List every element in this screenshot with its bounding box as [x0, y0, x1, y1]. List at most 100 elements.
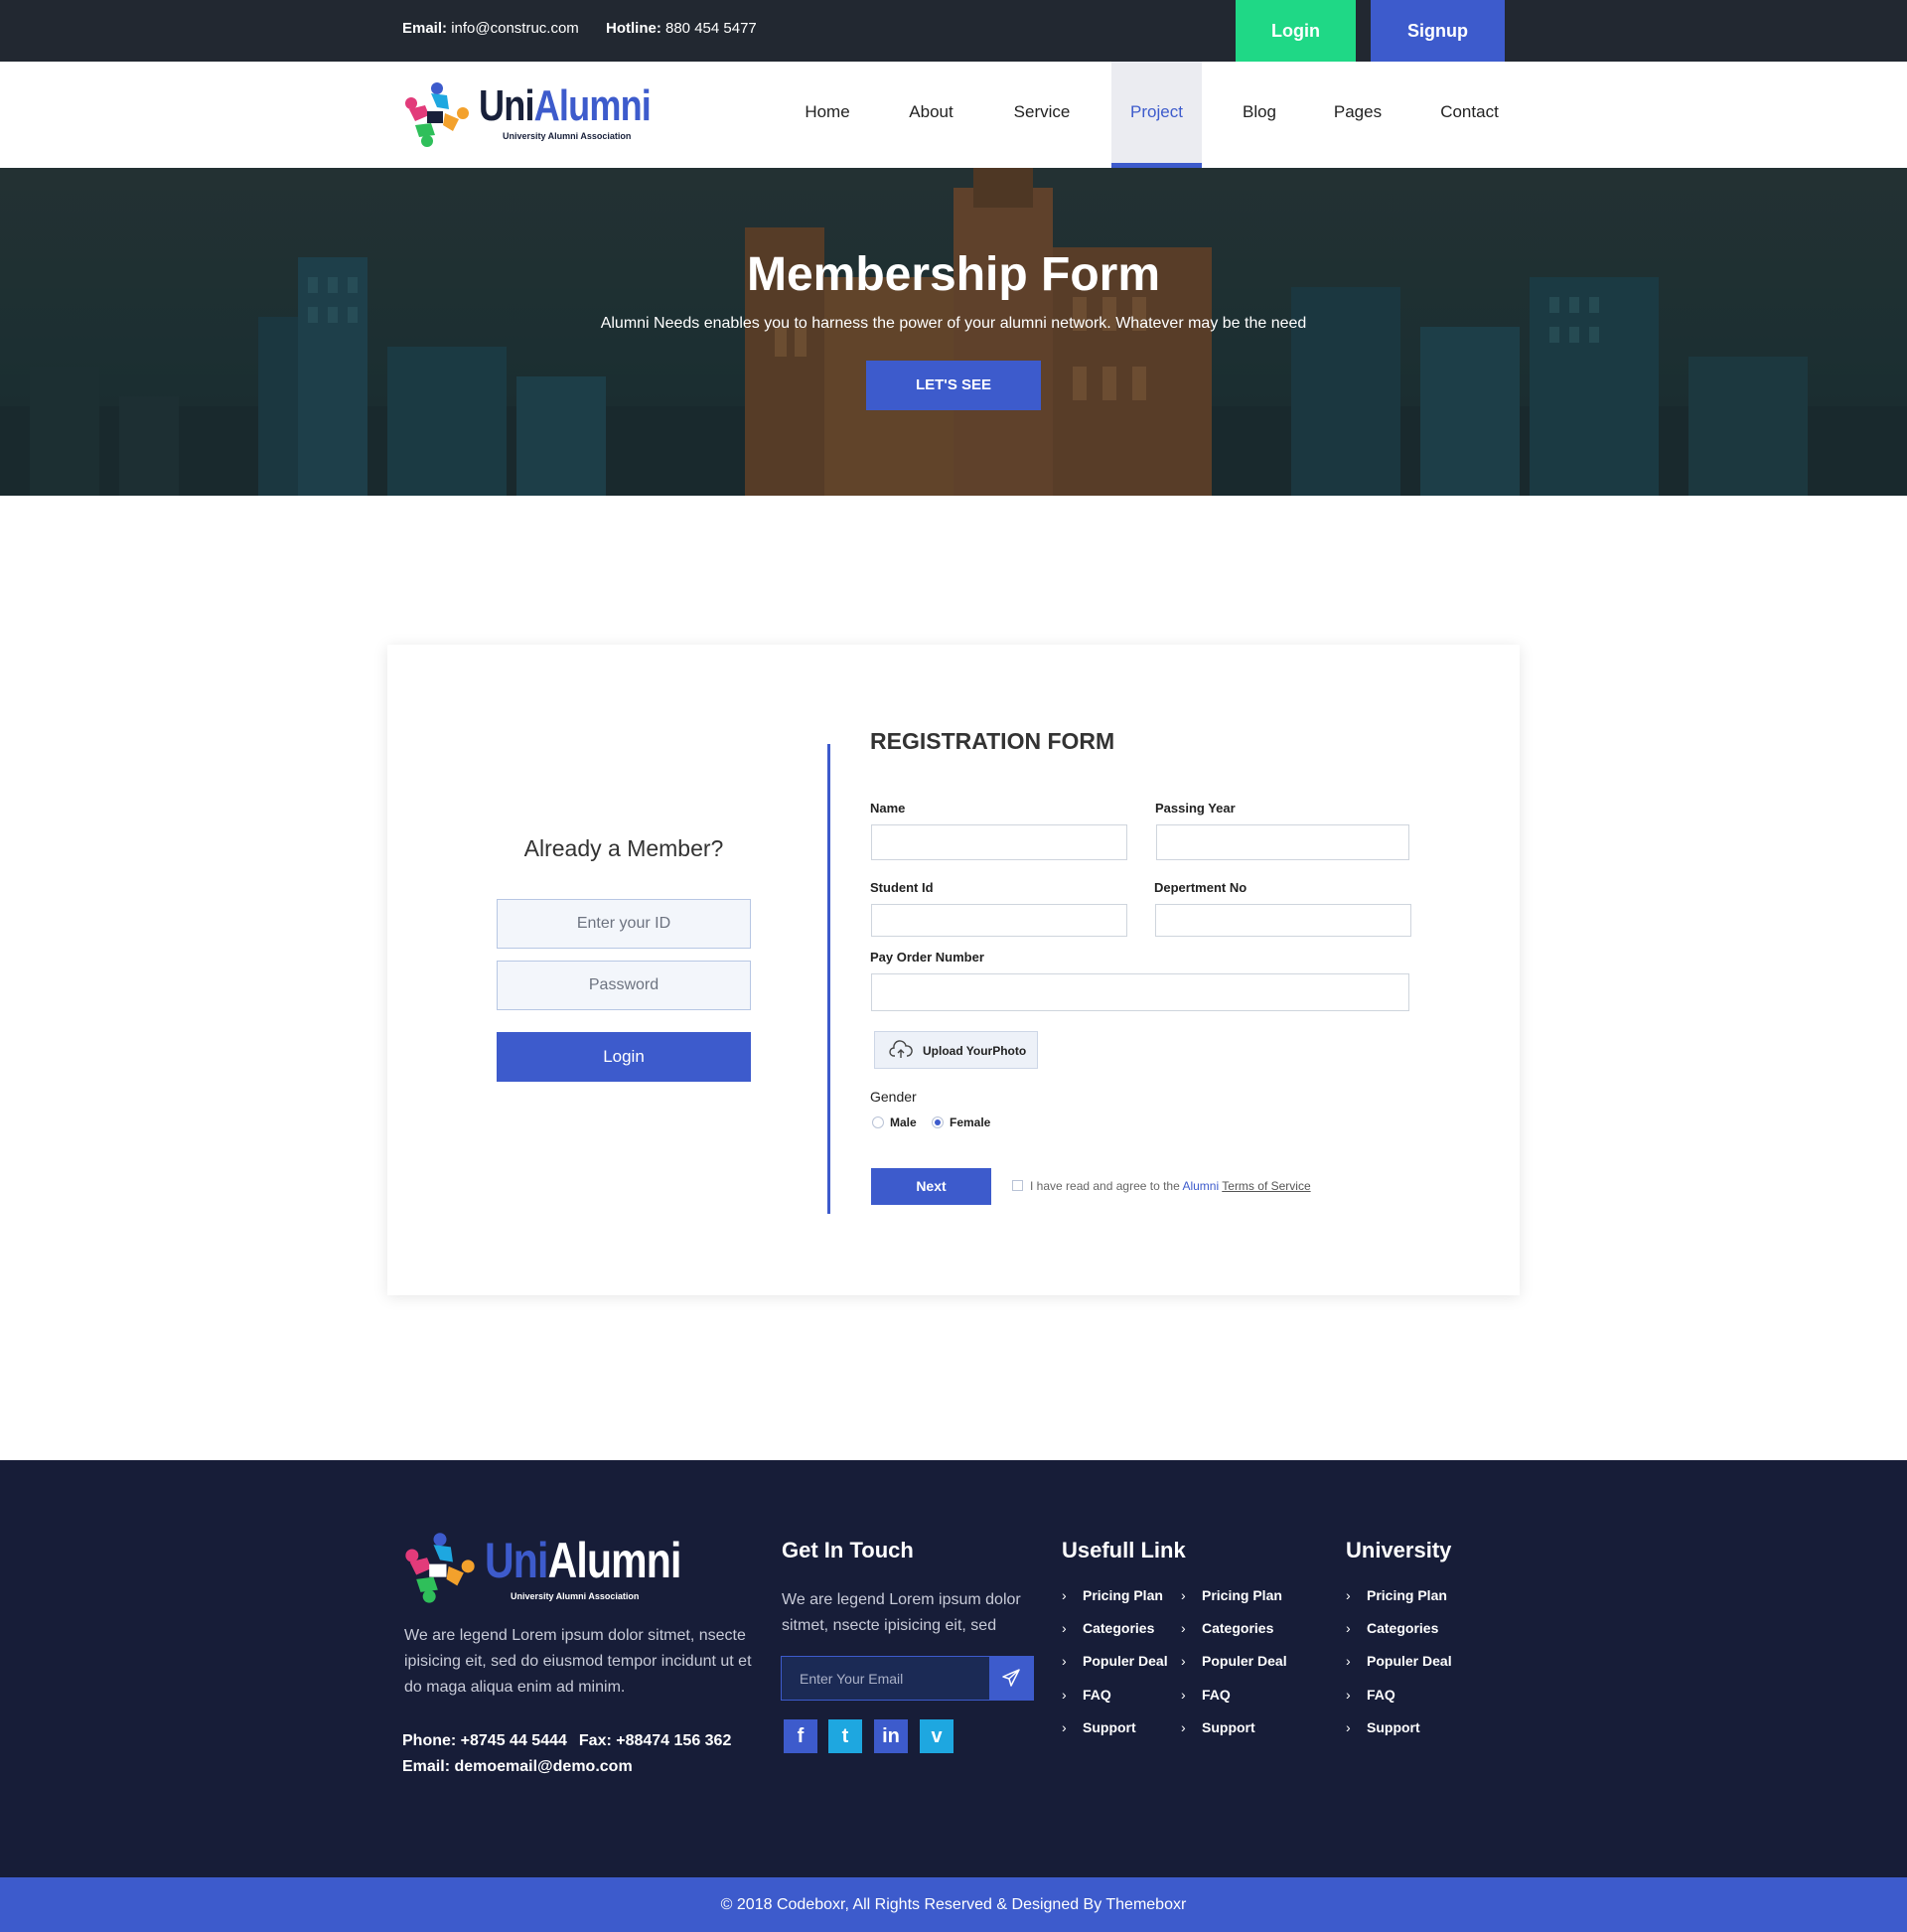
paper-plane-icon — [1002, 1669, 1020, 1687]
footer-contact: Phone: +8745 44 5444 Fax: +88474 156 362 … — [402, 1728, 743, 1780]
footer-fax: Fax: +88474 156 362 — [578, 1732, 732, 1749]
passing-year-label: Passing Year — [1155, 801, 1236, 816]
name-label: Name — [870, 801, 906, 816]
topbar-login-button[interactable]: Login — [1236, 0, 1356, 62]
topbar-signup-button[interactable]: Signup — [1371, 0, 1505, 62]
upload-photo-button[interactable]: Upload YourPhoto — [874, 1031, 1038, 1069]
footer-link-label: FAQ — [1367, 1687, 1395, 1703]
pay-order-label: Pay Order Number — [870, 950, 984, 965]
logo-wordmark: UniAlumni — [479, 81, 652, 131]
gender-label: Gender — [870, 1089, 917, 1105]
chevron-right-icon: › — [1181, 1719, 1186, 1735]
chevron-right-icon: › — [1346, 1719, 1351, 1735]
footer-link-label: Populer Deal — [1083, 1653, 1168, 1669]
department-field[interactable] — [1155, 904, 1411, 937]
logo-mark-icon — [405, 82, 469, 147]
chevron-right-icon: › — [1062, 1687, 1067, 1703]
terms-of-service-link[interactable]: Terms of Service — [1222, 1179, 1310, 1193]
vimeo-icon[interactable]: v — [920, 1719, 954, 1753]
passing-year-field[interactable] — [1156, 824, 1409, 860]
footer-link-label: Populer Deal — [1202, 1653, 1287, 1669]
linkedin-icon[interactable]: in — [874, 1719, 908, 1753]
member-login-title: Already a Member? — [523, 835, 724, 861]
member-password-input[interactable] — [497, 961, 751, 1010]
footer-link-label: Pricing Plan — [1202, 1587, 1282, 1603]
logo-word-uni: Uni — [485, 1533, 548, 1588]
member-id-input[interactable] — [497, 899, 751, 949]
top-bar: Email: info@construc.com Hotline: 880 45… — [0, 0, 1907, 62]
radio-indicator-selected — [932, 1116, 944, 1128]
logo-tagline: University Alumni Association — [503, 131, 632, 141]
footer-link-label: Pricing Plan — [1367, 1587, 1447, 1603]
student-id-field[interactable] — [871, 904, 1127, 937]
membership-card: Already a Member? Login REGISTRATION FOR… — [387, 645, 1520, 1295]
hero-title: Membership Form — [746, 248, 1161, 301]
header-logo[interactable]: UniAlumni University Alumni Association — [401, 79, 652, 149]
footer-link-label: Support — [1202, 1719, 1255, 1735]
footer-link-label: Support — [1367, 1719, 1420, 1735]
hotline-value[interactable]: 880 454 5477 — [665, 20, 757, 37]
chevron-right-icon: › — [1062, 1587, 1067, 1603]
get-in-touch-title: Get In Touch — [782, 1538, 914, 1562]
footer-about-text: We are legend Lorem ipsum dolor sitmet, … — [404, 1627, 752, 1696]
twitter-icon[interactable]: t — [828, 1719, 862, 1753]
chevron-right-icon: › — [1346, 1687, 1351, 1703]
hotline-label: Hotline: — [606, 20, 661, 37]
email-value[interactable]: info@construc.com — [451, 20, 579, 37]
newsletter-send-button[interactable] — [989, 1657, 1033, 1700]
chevron-right-icon: › — [1062, 1653, 1067, 1669]
footer-link-label: Categories — [1202, 1620, 1274, 1636]
footer-link-label: Categories — [1083, 1620, 1155, 1636]
facebook-icon[interactable]: f — [784, 1719, 817, 1753]
name-field[interactable] — [871, 824, 1127, 860]
radio-label-female: Female — [950, 1115, 991, 1129]
next-button[interactable]: Next — [871, 1168, 991, 1205]
department-label: Depertment No — [1154, 880, 1247, 895]
chevron-right-icon: › — [1062, 1719, 1067, 1735]
radio-label-male: Male — [890, 1115, 917, 1129]
footer-link-label: FAQ — [1083, 1687, 1111, 1703]
chevron-right-icon: › — [1062, 1620, 1067, 1636]
footer-link-label: Categories — [1367, 1620, 1439, 1636]
nav-item-service[interactable]: Service — [997, 62, 1087, 168]
chevron-right-icon: › — [1181, 1620, 1186, 1636]
nav-item-home[interactable]: Home — [788, 62, 867, 168]
logo-word-alumni: Alumni — [533, 81, 652, 130]
chevron-right-icon: › — [1346, 1587, 1351, 1603]
member-login-button[interactable]: Login — [497, 1032, 751, 1082]
chevron-right-icon: › — [1181, 1587, 1186, 1603]
logo-word-alumni: Alumni — [547, 1533, 682, 1588]
registration-title: REGISTRATION FORM — [870, 728, 1115, 754]
chevron-right-icon: › — [1346, 1653, 1351, 1669]
pay-order-field[interactable] — [871, 973, 1409, 1011]
nav-item-about[interactable]: About — [889, 62, 973, 168]
agree-text-line: I have read and agree to the Alumni Term… — [1030, 1179, 1311, 1193]
site-header: UniAlumni University Alumni Association … — [0, 62, 1907, 168]
hero-subtitle: Alumni Needs enables you to harness the … — [600, 315, 1307, 332]
footer-logo[interactable]: UniAlumni University Alumni Association — [401, 1530, 681, 1609]
agree-checkbox[interactable] — [1012, 1180, 1023, 1191]
site-footer: UniAlumni University Alumni Association … — [0, 1460, 1907, 1877]
footer-link-label: FAQ — [1202, 1687, 1231, 1703]
footer-link-label: Support — [1083, 1719, 1136, 1735]
newsletter-form — [781, 1656, 1034, 1701]
logo-word-uni: Uni — [479, 81, 534, 130]
nav-item-blog[interactable]: Blog — [1225, 62, 1294, 168]
cloud-upload-icon — [889, 1040, 913, 1058]
nav-item-contact[interactable]: Contact — [1427, 62, 1512, 168]
nav-item-pages[interactable]: Pages — [1322, 62, 1394, 168]
logo-mark-icon — [405, 1533, 475, 1603]
logo-wordmark: UniAlumni — [485, 1532, 681, 1589]
email-label: Email: — [402, 20, 448, 37]
topbar-hotline: Hotline: 880 454 5477 — [606, 20, 757, 37]
nav-item-project[interactable]: Project — [1111, 62, 1202, 168]
chevron-right-icon: › — [1181, 1653, 1186, 1669]
lets-see-button[interactable]: LET'S SEE — [866, 361, 1041, 410]
chevron-right-icon: › — [1181, 1687, 1186, 1703]
radio-indicator — [872, 1116, 884, 1128]
copyright-bar: © 2018 Codeboxr, All Rights Reserved & D… — [0, 1877, 1907, 1932]
upload-photo-label: Upload YourPhoto — [923, 1044, 1027, 1058]
logo-tagline: University Alumni Association — [511, 1591, 640, 1601]
footer-link-label: Pricing Plan — [1083, 1587, 1163, 1603]
newsletter-email-input[interactable] — [782, 1657, 990, 1700]
